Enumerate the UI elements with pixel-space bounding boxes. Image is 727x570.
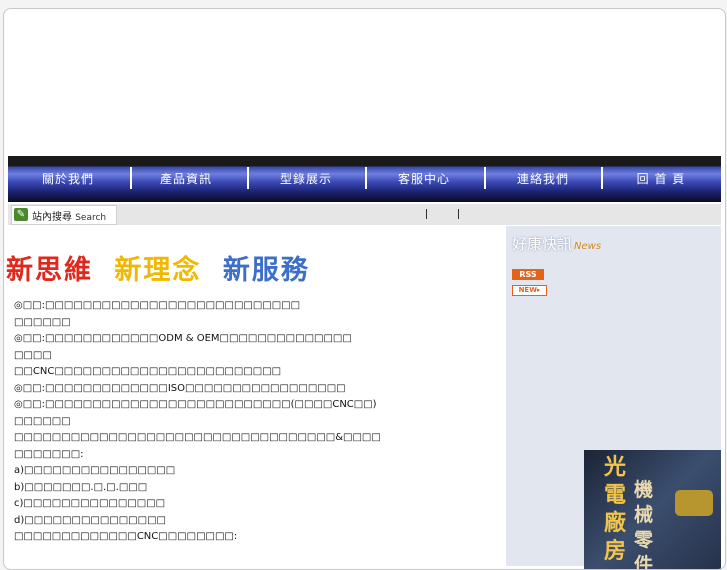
text-line: ◎□□:□□□□□□□□□□□□□□□□□□□□□□□□□□(□□□□CNC□□…: [14, 399, 377, 410]
search-label: 站內搜尋 Search: [32, 208, 106, 223]
search-label-en: Search: [75, 213, 107, 223]
text-line: □□□□□□□:: [14, 448, 84, 460]
text-line: ◎□□:□□□□□□□□□□□□ODM & OEM□□□□□□□□□□□□□□: [14, 333, 352, 344]
nav-separator: [130, 167, 132, 189]
header-banner: [8, 9, 721, 156]
nav-separator: [365, 167, 367, 189]
text-line: ◎□□:□□□□□□□□□□□□□□□□□□□□□□□□□□□: [14, 300, 301, 311]
text-line: □□□□□□□□□□□□□□□□□□□□□□□□□□□□□□□□□□&□□□□: [14, 432, 381, 443]
slogan-headline: 新思維 新理念 新服務: [6, 248, 320, 287]
nav-contact-us[interactable]: 連絡我們: [511, 169, 575, 189]
ad-banner[interactable]: 光電廠房 機械零件: [584, 450, 721, 570]
nav-about-us[interactable]: 關於我們: [36, 169, 100, 189]
nav-catalog[interactable]: 型錄展示: [274, 169, 338, 189]
nav-separator: [601, 167, 603, 189]
text-line: □□CNC□□□□□□□□□□□□□□□□□□□□□□□□: [14, 366, 282, 377]
news-title-en: News: [574, 241, 602, 252]
intro-text: ◎□□:□□□□□□□□□□□□□□□□□□□□□□□□□□□ □□□□□□ ◎…: [14, 298, 504, 546]
ad-text-secondary: 機械零件: [634, 479, 654, 570]
machine-part-image: [675, 490, 713, 516]
news-title-cn: 好康快訊: [512, 235, 573, 253]
news-title: 好康快訊 News: [512, 233, 601, 254]
nav-separator: [247, 167, 249, 189]
search-bar: ✎ 站內搜尋 Search: [8, 204, 721, 225]
nav-home[interactable]: 回 首 頁: [628, 169, 694, 189]
search-label-cn: 站內搜尋: [32, 212, 72, 223]
slogan-part-2: 新理念: [114, 255, 202, 286]
nav-products[interactable]: 產品資訊: [154, 169, 218, 189]
slogan-part-1: 新思維: [6, 255, 93, 286]
text-line: □□□□□□: [14, 316, 71, 328]
main-navbar: 關於我們 產品資訊 型錄展示 客服中心 連絡我們 回 首 頁: [8, 156, 721, 202]
text-line: d)□□□□□□□□□□□□□□□: [14, 514, 166, 526]
text-line: a)□□□□□□□□□□□□□□□□: [14, 465, 176, 476]
ad-text-primary: 光電廠房: [604, 455, 627, 564]
text-line: □□□□□□: [14, 415, 71, 427]
divider: [458, 209, 459, 219]
site-search-button[interactable]: ✎ 站內搜尋 Search: [11, 205, 117, 225]
nav-separator: [484, 167, 486, 189]
text-line: □□□□: [14, 349, 52, 361]
text-line: c)□□□□□□□□□□□□□□□: [14, 498, 166, 509]
slogan-part-3: 新服務: [222, 255, 310, 286]
rss-button[interactable]: RSS: [512, 269, 544, 280]
text-line: ◎□□:□□□□□□□□□□□□□ISO□□□□□□□□□□□□□□□□□: [14, 382, 346, 394]
text-line: b)□□□□□□□.□.□.□□□: [14, 481, 148, 493]
divider: [426, 209, 427, 219]
search-icon: ✎: [14, 208, 28, 221]
nav-customer-service[interactable]: 客服中心: [392, 169, 456, 189]
text-line: □□□□□□□□□□□□□CNC□□□□□□□□:: [14, 531, 238, 542]
news-sidebar: 好康快訊 News RSS NEW▸ 光電廠房 機械零件: [506, 226, 721, 569]
new-badge[interactable]: NEW▸: [512, 285, 547, 296]
